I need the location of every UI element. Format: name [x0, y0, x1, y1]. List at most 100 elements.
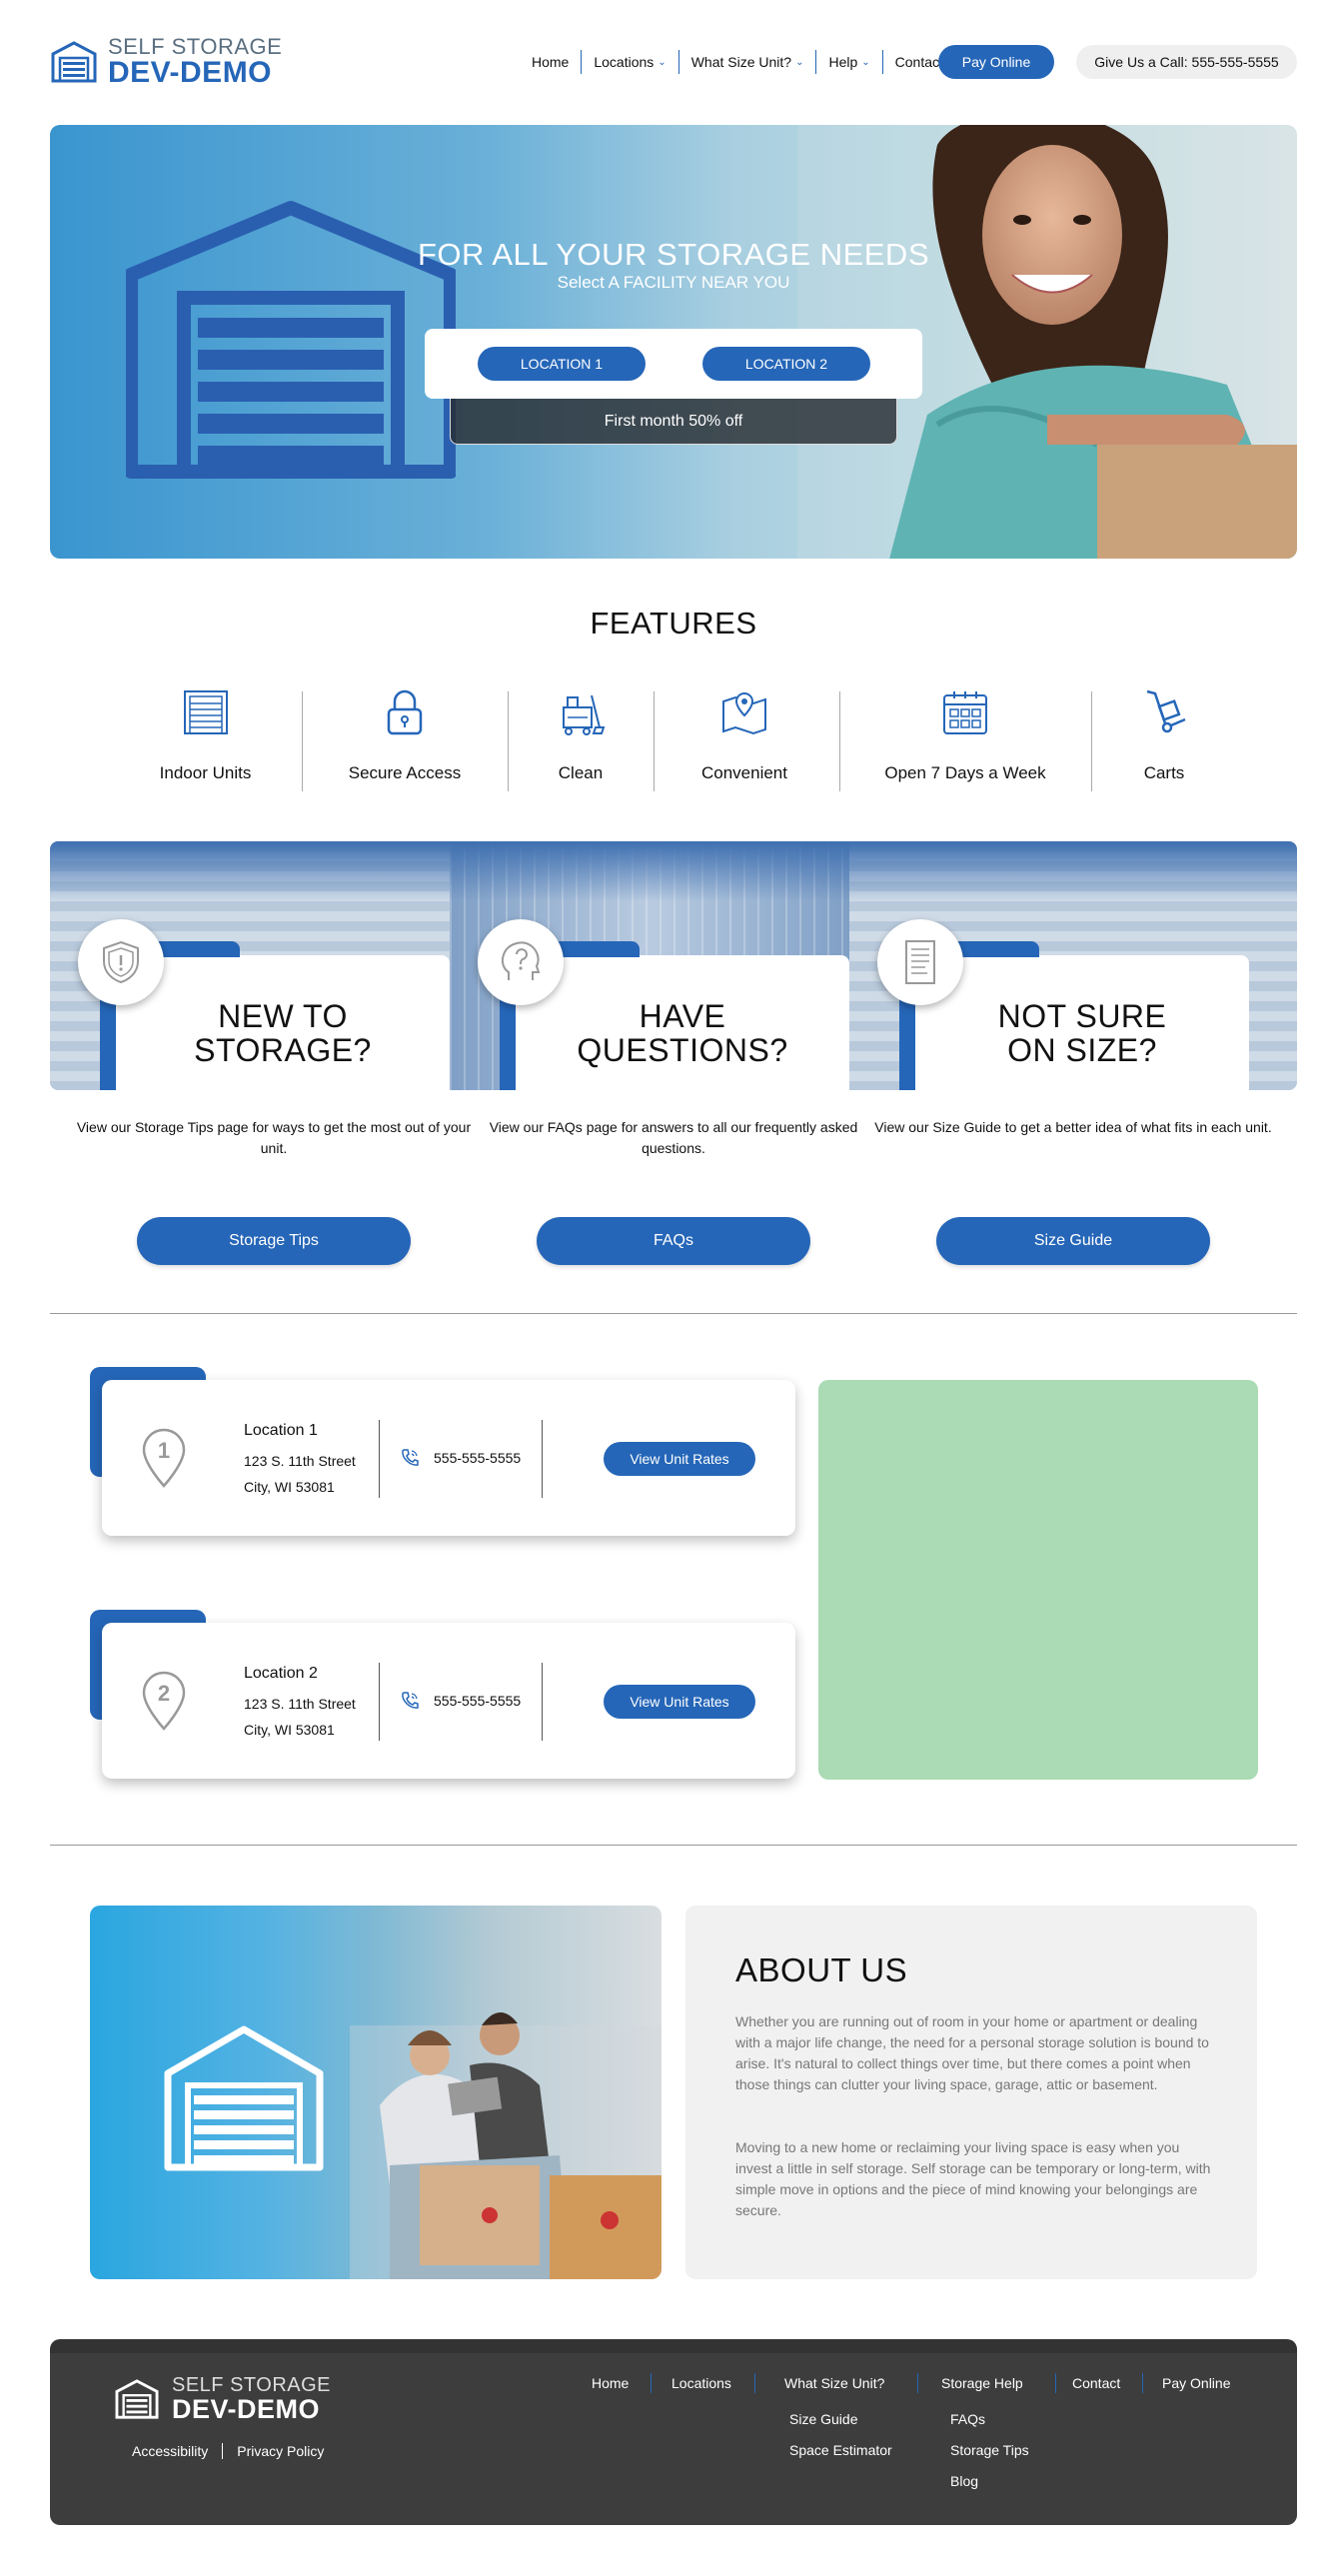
- footer-faqs-link[interactable]: FAQs: [950, 2411, 985, 2427]
- padlock-icon: [387, 689, 423, 735]
- footer-legal-links: Accessibility Privacy Policy: [118, 2443, 338, 2459]
- promo-banner: First month 50% off: [450, 399, 897, 445]
- logo-line1: SELF STORAGE: [108, 34, 283, 59]
- footer-nav-pay-online[interactable]: Pay Online: [1162, 2375, 1230, 2391]
- phone-icon: [402, 1692, 419, 1709]
- section-divider: [50, 1313, 1297, 1314]
- site-footer: SELF STORAGE DEV-DEMO Accessibility Priv…: [50, 2339, 1297, 2525]
- nav-locations[interactable]: Locations ⌄: [581, 50, 677, 74]
- location-name: Location 1: [244, 1422, 318, 1439]
- feature-divider: [302, 691, 303, 791]
- feature-label: Carts: [1143, 763, 1185, 782]
- footer-storage-tips-link[interactable]: Storage Tips: [950, 2442, 1029, 2458]
- logo-line1: SELF STORAGE: [172, 2374, 332, 2396]
- info-title-line1: NEW TO: [218, 998, 348, 1034]
- faqs-button[interactable]: FAQs: [537, 1217, 810, 1265]
- feature-label: Clean: [558, 763, 604, 782]
- chevron-down-icon: ⌄: [795, 56, 804, 68]
- footer-size-guide-link[interactable]: Size Guide: [789, 2411, 857, 2427]
- hero-title: FOR ALL YOUR STORAGE NEEDS: [417, 237, 929, 272]
- size-guide-button[interactable]: Size Guide: [936, 1217, 1210, 1265]
- feature-divider: [508, 691, 509, 791]
- location-card-2: 2 Location 2 123 S. 11th Street City, WI …: [102, 1623, 795, 1779]
- footer-nav-what-size-unit[interactable]: What Size Unit?: [784, 2375, 884, 2391]
- location-street: 123 S. 11th Street: [244, 1696, 356, 1712]
- feature-divider: [1091, 691, 1092, 791]
- accessibility-link[interactable]: Accessibility: [118, 2443, 222, 2459]
- chevron-down-icon: ⌄: [861, 56, 870, 68]
- location-street: 123 S. 11th Street: [244, 1453, 356, 1469]
- calendar-icon: [943, 691, 987, 734]
- location-2-button[interactable]: LOCATION 2: [702, 347, 870, 381]
- about-photo: [90, 1906, 662, 2279]
- section-divider: [50, 1845, 1297, 1846]
- storage-tips-button[interactable]: Storage Tips: [137, 1217, 411, 1265]
- shield-icon: [78, 919, 164, 1005]
- feature-carts: Carts: [1129, 687, 1199, 783]
- footer-logo[interactable]: SELF STORAGE DEV-DEMO: [114, 2375, 331, 2423]
- location-city: City, WI 53081: [244, 1479, 335, 1495]
- question-head-icon: [478, 919, 564, 1005]
- features-title: FEATURES: [590, 606, 757, 641]
- about-us-section: ABOUT US Whether you are running out of …: [685, 1906, 1257, 2279]
- location-name: Location 2: [244, 1665, 318, 1682]
- site-header: SELF STORAGE DEV-DEMO Home Locations ⌄ Wh…: [0, 0, 1333, 125]
- footer-nav-storage-help[interactable]: Storage Help: [941, 2375, 1023, 2391]
- hand-truck-icon: [1146, 689, 1186, 733]
- location-city: City, WI 53081: [244, 1722, 335, 1738]
- footer-nav-home[interactable]: Home: [592, 2375, 629, 2391]
- document-icon: [877, 919, 963, 1005]
- info-title-line2: ON SIZE?: [1007, 1032, 1157, 1068]
- phone-icon: [402, 1449, 419, 1466]
- nav-help[interactable]: Help ⌄: [815, 50, 881, 74]
- about-paragraph-2: Moving to a new home or reclaiming your …: [735, 2139, 1211, 2218]
- info-title-line2: STORAGE?: [194, 1032, 372, 1068]
- footer-space-estimator-link[interactable]: Space Estimator: [789, 2442, 892, 2458]
- feature-label: Secure Access: [348, 763, 462, 782]
- nav-home[interactable]: Home: [520, 50, 581, 74]
- footer-nav-contact[interactable]: Contact: [1072, 2375, 1120, 2391]
- feature-indoor-units: Indoor Units: [148, 687, 263, 783]
- location-1-button[interactable]: LOCATION 1: [478, 347, 646, 381]
- main-nav: Home Locations ⌄ What Size Unit? ⌄ Help ⌄ C…: [520, 46, 955, 78]
- hero-banner: FOR ALL YOUR STORAGE NEEDS Select A FACI…: [50, 125, 1297, 559]
- couple-moving-photo: [164, 2011, 662, 2279]
- map-pin-icon: 1: [142, 1428, 186, 1488]
- garage-door-icon: [183, 690, 228, 734]
- footer-nav-locations[interactable]: Locations: [671, 2375, 731, 2391]
- chevron-down-icon: ⌄: [658, 56, 666, 68]
- location-number: 1: [158, 1438, 170, 1463]
- garage-logo-icon: [115, 2379, 159, 2419]
- nav-what-size-unit[interactable]: What Size Unit? ⌄: [677, 50, 816, 74]
- feature-convenient: Convenient: [694, 687, 794, 783]
- info-title-line2: QUESTIONS?: [577, 1032, 788, 1068]
- info-description: View our Size Guide to get a better idea…: [874, 1119, 1272, 1135]
- about-paragraph-1: Whether you are running out of room in y…: [735, 2013, 1209, 2092]
- location-phone[interactable]: 555-555-5555: [400, 1448, 521, 1468]
- call-button[interactable]: Give Us a Call: 555-555-5555: [1076, 45, 1297, 79]
- pay-online-button[interactable]: Pay Online: [938, 45, 1054, 79]
- cleaning-cart-icon: [563, 694, 606, 735]
- feature-clean: Clean: [540, 687, 622, 783]
- logo-line2: DEV-DEMO: [172, 2394, 321, 2424]
- feature-label: Convenient: [700, 763, 787, 782]
- footer-blog-link[interactable]: Blog: [950, 2473, 978, 2489]
- feature-divider: [654, 691, 655, 791]
- view-unit-rates-button[interactable]: View Unit Rates: [604, 1442, 755, 1476]
- logo-line2: DEV-DEMO: [108, 56, 273, 89]
- privacy-policy-link[interactable]: Privacy Policy: [222, 2443, 338, 2459]
- feature-label: Indoor Units: [159, 763, 252, 782]
- view-unit-rates-button[interactable]: View Unit Rates: [604, 1685, 755, 1719]
- feature-open-7-days: Open 7 Days a Week: [883, 687, 1047, 783]
- info-title-line1: HAVE: [639, 998, 726, 1034]
- feature-secure-access: Secure Access: [345, 687, 465, 783]
- info-description: View our FAQs page for answers to all ou…: [489, 1119, 858, 1156]
- about-title: ABOUT US: [735, 1951, 908, 1988]
- location-phone[interactable]: 555-555-5555: [400, 1691, 521, 1711]
- location-card-1: 1 Location 1 123 S. 11th Street City, WI …: [102, 1380, 795, 1536]
- location-number: 2: [158, 1681, 170, 1706]
- map-pin-icon: [722, 691, 766, 735]
- garage-logo-icon: [51, 41, 97, 83]
- site-logo[interactable]: SELF STORAGE DEV-DEMO: [50, 36, 282, 88]
- location-map[interactable]: [818, 1380, 1258, 1780]
